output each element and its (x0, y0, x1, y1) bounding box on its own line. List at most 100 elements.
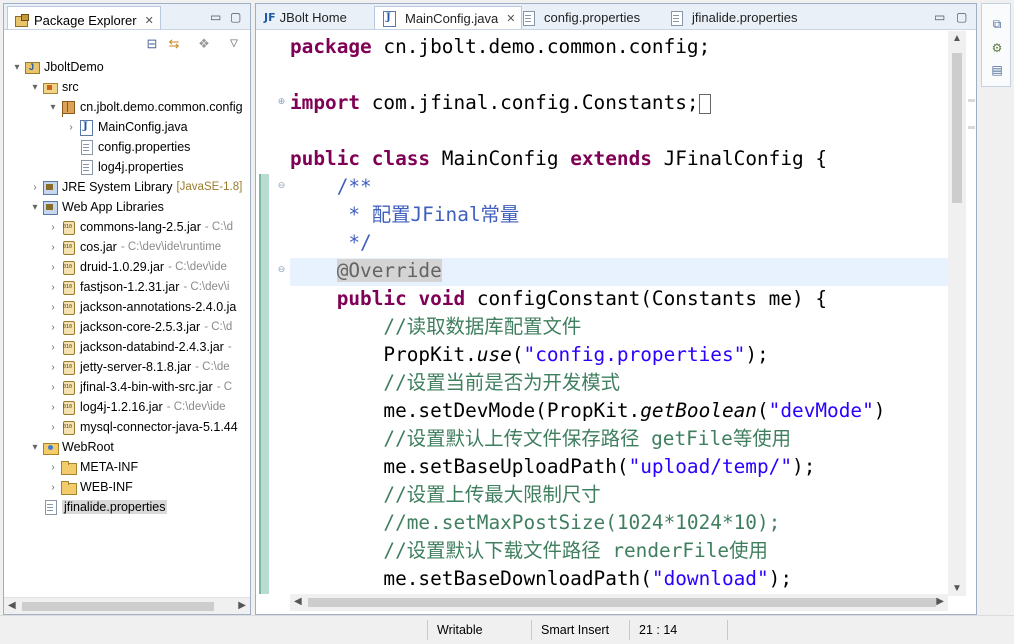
tree-item[interactable]: config.properties (4, 137, 250, 157)
tree-item-label: commons-lang-2.5.jar (80, 220, 201, 234)
editor-tab[interactable]: MainConfig.java✕ (374, 6, 523, 29)
view-menu-icon[interactable]: ▽ (226, 36, 242, 52)
tree-item[interactable]: › fastjson-1.2.31.jar- C:\dev\i (4, 277, 250, 297)
code-line: //设置上传最大限制尺寸 (290, 481, 600, 509)
focus-on-working-set-icon[interactable]: ❖ (196, 36, 212, 52)
collapse-fold-icon[interactable]: ⊖ (277, 181, 286, 190)
code-token: //设置默认上传文件保存路径 getFile等使用 (290, 427, 791, 450)
chevron-down-icon[interactable]: ▾ (28, 442, 42, 453)
tab-package-explorer[interactable]: Package Explorer ✕ (7, 6, 161, 29)
editor-scroll-right-icon[interactable]: ▶ (936, 596, 944, 607)
chevron-right-icon[interactable]: › (46, 262, 60, 273)
code-token: me.setBaseUploadPath( (290, 455, 629, 478)
maximize-icon[interactable]: ▢ (230, 10, 241, 24)
scroll-thumb[interactable] (22, 602, 214, 611)
overview-mark[interactable] (968, 126, 975, 129)
tree-item-path: - C:\de (195, 361, 230, 373)
library-icon (42, 199, 58, 215)
link-with-editor-icon[interactable]: ⇆ (166, 36, 182, 52)
editor-scroll-thumb[interactable] (308, 598, 936, 607)
chevron-right-icon[interactable]: › (46, 342, 60, 353)
jar-icon (60, 319, 76, 335)
tree-item-label: jfinalide.properties (62, 500, 168, 514)
restore-icon[interactable]: ⧉ (989, 16, 1005, 32)
tree-item[interactable]: › druid-1.0.29.jar- C:\dev\ide (4, 257, 250, 277)
scroll-right-icon[interactable]: ▶ (238, 600, 246, 611)
overview-ruler[interactable] (966, 31, 976, 596)
code-token: ); (768, 567, 793, 590)
tree-item[interactable]: › MainConfig.java (4, 117, 250, 137)
editor-vertical-scrollbar[interactable]: ▲ ▼ (948, 31, 966, 596)
code-token: @Override (336, 259, 442, 282)
tree-item[interactable]: ▾ WebRoot (4, 437, 250, 457)
chevron-right-icon[interactable]: › (46, 242, 60, 253)
chevron-right-icon[interactable]: › (46, 462, 60, 473)
editor-scroll-left-icon[interactable]: ◀ (294, 596, 302, 607)
vertical-scroll-thumb[interactable] (952, 53, 962, 203)
explorer-horizontal-scrollbar[interactable]: ◀ ▶ (4, 597, 250, 614)
package-explorer-icon (14, 13, 30, 27)
tree-item[interactable]: › log4j-1.2.16.jar- C:\dev\ide (4, 397, 250, 417)
chevron-right-icon[interactable]: › (46, 322, 60, 333)
tree-item[interactable]: › jackson-annotations-2.4.0.ja (4, 297, 250, 317)
jfinal-icon: JF (264, 11, 276, 24)
tree-item[interactable]: › WEB-INF (4, 477, 250, 497)
chevron-right-icon[interactable]: › (46, 282, 60, 293)
tree-item[interactable]: › jackson-databind-2.4.3.jar- (4, 337, 250, 357)
chevron-right-icon[interactable]: › (46, 362, 60, 373)
chevron-right-icon[interactable]: › (46, 302, 60, 313)
overview-mark[interactable] (968, 99, 975, 102)
close-icon[interactable]: ✕ (145, 14, 154, 27)
chevron-down-icon[interactable]: ▾ (28, 202, 42, 213)
tree-item-path: - C:\dev\ide\runtime (120, 241, 222, 253)
tree-item[interactable]: › commons-lang-2.5.jar- C:\d (4, 217, 250, 237)
tree-item[interactable]: ▾ JboltDemo (4, 57, 250, 77)
editor-horizontal-scrollbar[interactable]: ◀ ▶ (290, 594, 948, 611)
tree-item-label: cos.jar (80, 240, 117, 254)
editor-tab[interactable]: jfinalide.properties (662, 6, 804, 29)
tree-item[interactable]: › cos.jar- C:\dev\ide\runtime (4, 237, 250, 257)
status-insert-mode[interactable]: Smart Insert (541, 620, 609, 640)
tree-item[interactable]: › META-INF (4, 457, 250, 477)
tree-item[interactable]: log4j.properties (4, 157, 250, 177)
editor-tab[interactable]: config.properties (514, 6, 646, 29)
collapse-fold-icon[interactable]: ⊖ (277, 265, 286, 274)
code-line: @Override (290, 257, 442, 285)
chevron-down-icon[interactable]: ▾ (46, 102, 60, 113)
outline-icon[interactable]: ⚙ (989, 40, 1005, 56)
code-token: /** (290, 175, 372, 198)
chevron-right-icon[interactable]: › (46, 402, 60, 413)
chevron-right-icon[interactable]: › (46, 482, 60, 493)
editor-maximize-icon[interactable]: ▢ (956, 10, 967, 24)
chevron-down-icon[interactable]: ▾ (10, 62, 24, 73)
tree-item-label: jetty-server-8.1.8.jar (80, 360, 192, 374)
minimize-icon[interactable]: ▭ (210, 10, 221, 24)
scroll-down-icon[interactable]: ▼ (952, 583, 962, 594)
tree-item[interactable]: ▾ cn.jbolt.demo.common.config (4, 97, 250, 117)
tree-item-path: - C (216, 381, 233, 393)
code-editor[interactable]: package cn.jbolt.demo.common.config; impo… (290, 31, 948, 596)
scroll-left-icon[interactable]: ◀ (8, 600, 16, 611)
tree-item[interactable]: › mysql-connector-java-5.1.44 (4, 417, 250, 437)
expand-fold-icon[interactable]: ⊕ (277, 97, 286, 106)
chevron-down-icon[interactable]: ▾ (28, 82, 42, 93)
chevron-right-icon[interactable]: › (46, 382, 60, 393)
tree-item[interactable]: jfinalide.properties (4, 497, 250, 517)
tree-item[interactable]: ▾ src (4, 77, 250, 97)
tree-item[interactable]: ▾ Web App Libraries (4, 197, 250, 217)
tree-item[interactable]: › JRE System Library [JavaSE-1.8] (4, 177, 250, 197)
jar-icon (60, 379, 76, 395)
chevron-right-icon[interactable]: › (46, 422, 60, 433)
tree-item[interactable]: › jfinal-3.4-bin-with-src.jar- C (4, 377, 250, 397)
editor-tab[interactable]: JF JBolt Home (258, 6, 353, 29)
chevron-right-icon[interactable]: › (64, 122, 78, 133)
code-line: PropKit.use("config.properties"); (290, 341, 768, 369)
chevron-right-icon[interactable]: › (46, 222, 60, 233)
task-list-icon[interactable]: ▤ (989, 62, 1005, 78)
collapse-all-icon[interactable]: ⊟ (144, 36, 160, 52)
editor-minimize-icon[interactable]: ▭ (934, 10, 945, 24)
tree-item[interactable]: › jetty-server-8.1.8.jar- C:\de (4, 357, 250, 377)
chevron-right-icon[interactable]: › (28, 182, 42, 193)
scroll-up-icon[interactable]: ▲ (952, 33, 962, 44)
tree-item[interactable]: › jackson-core-2.5.3.jar- C:\d (4, 317, 250, 337)
